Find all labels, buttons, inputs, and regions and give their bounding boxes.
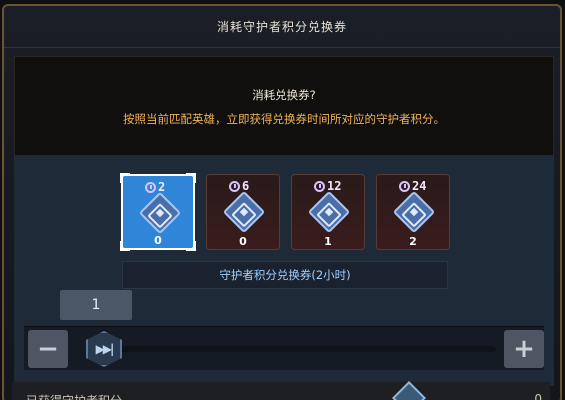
confirmation-panel: 消耗兑换券? 按照当前匹配英雄，立即获得兑换券时间所对应的守护者积分。 (14, 56, 554, 156)
selection-corner (186, 173, 196, 183)
dialog-titlebar: 消耗守护者积分兑换券 (4, 6, 560, 48)
coupon-count: 0 (154, 234, 162, 247)
skip-to-max-icon: ▶▶| (95, 342, 115, 356)
coupon-hours: 6 (229, 179, 249, 193)
selection-panel: 2 0 6 0 12 1 24 2 守护者积分兑换券(2小时) 1 − ▶▶| … (14, 156, 554, 386)
guardian-gem-icon (392, 381, 426, 400)
exchange-dialog: 消耗守护者积分兑换券 消耗兑换券? 按照当前匹配英雄，立即获得兑换券时间所对应的… (2, 4, 562, 400)
selection-corner (120, 173, 130, 183)
coupon-24h[interactable]: 24 2 (376, 174, 450, 250)
clock-icon (399, 180, 410, 192)
coupon-2h[interactable]: 2 0 (120, 173, 196, 251)
coupon-count: 0 (239, 235, 247, 248)
selected-coupon-name: 守护者积分兑换券(2小时) (122, 261, 448, 289)
increase-button[interactable]: + (504, 330, 544, 368)
coupon-12h[interactable]: 12 1 (291, 174, 365, 250)
slider-thumb[interactable]: ▶▶| (86, 331, 122, 367)
clock-icon (314, 180, 325, 192)
clock-icon (145, 181, 156, 193)
coupon-6h[interactable]: 6 0 (206, 174, 280, 250)
dialog-title: 消耗守护者积分兑换券 (216, 20, 347, 34)
points-summary: 已获得守护者积分 0 (12, 381, 550, 400)
ticket-icon (307, 190, 351, 234)
coupon-count: 2 (409, 235, 417, 248)
ticket-icon (222, 190, 266, 234)
ticket-icon (138, 191, 182, 235)
quantity-slider: − ▶▶| + (24, 326, 544, 370)
points-value: 0 (534, 392, 542, 400)
slider-track[interactable] (112, 346, 496, 352)
coupon-hours: 2 (145, 180, 165, 194)
clock-icon (229, 180, 240, 192)
confirm-description: 按照当前匹配英雄，立即获得兑换券时间所对应的守护者积分。 (123, 112, 445, 126)
points-label: 已获得守护者积分 (26, 392, 122, 400)
quantity-tooltip: 1 (60, 290, 132, 320)
coupon-list: 2 0 6 0 12 1 24 2 (120, 173, 461, 254)
decrease-button[interactable]: − (28, 330, 68, 368)
confirm-question: 消耗兑换券? (252, 88, 316, 102)
ticket-icon (392, 190, 436, 234)
coupon-count: 1 (324, 235, 332, 248)
